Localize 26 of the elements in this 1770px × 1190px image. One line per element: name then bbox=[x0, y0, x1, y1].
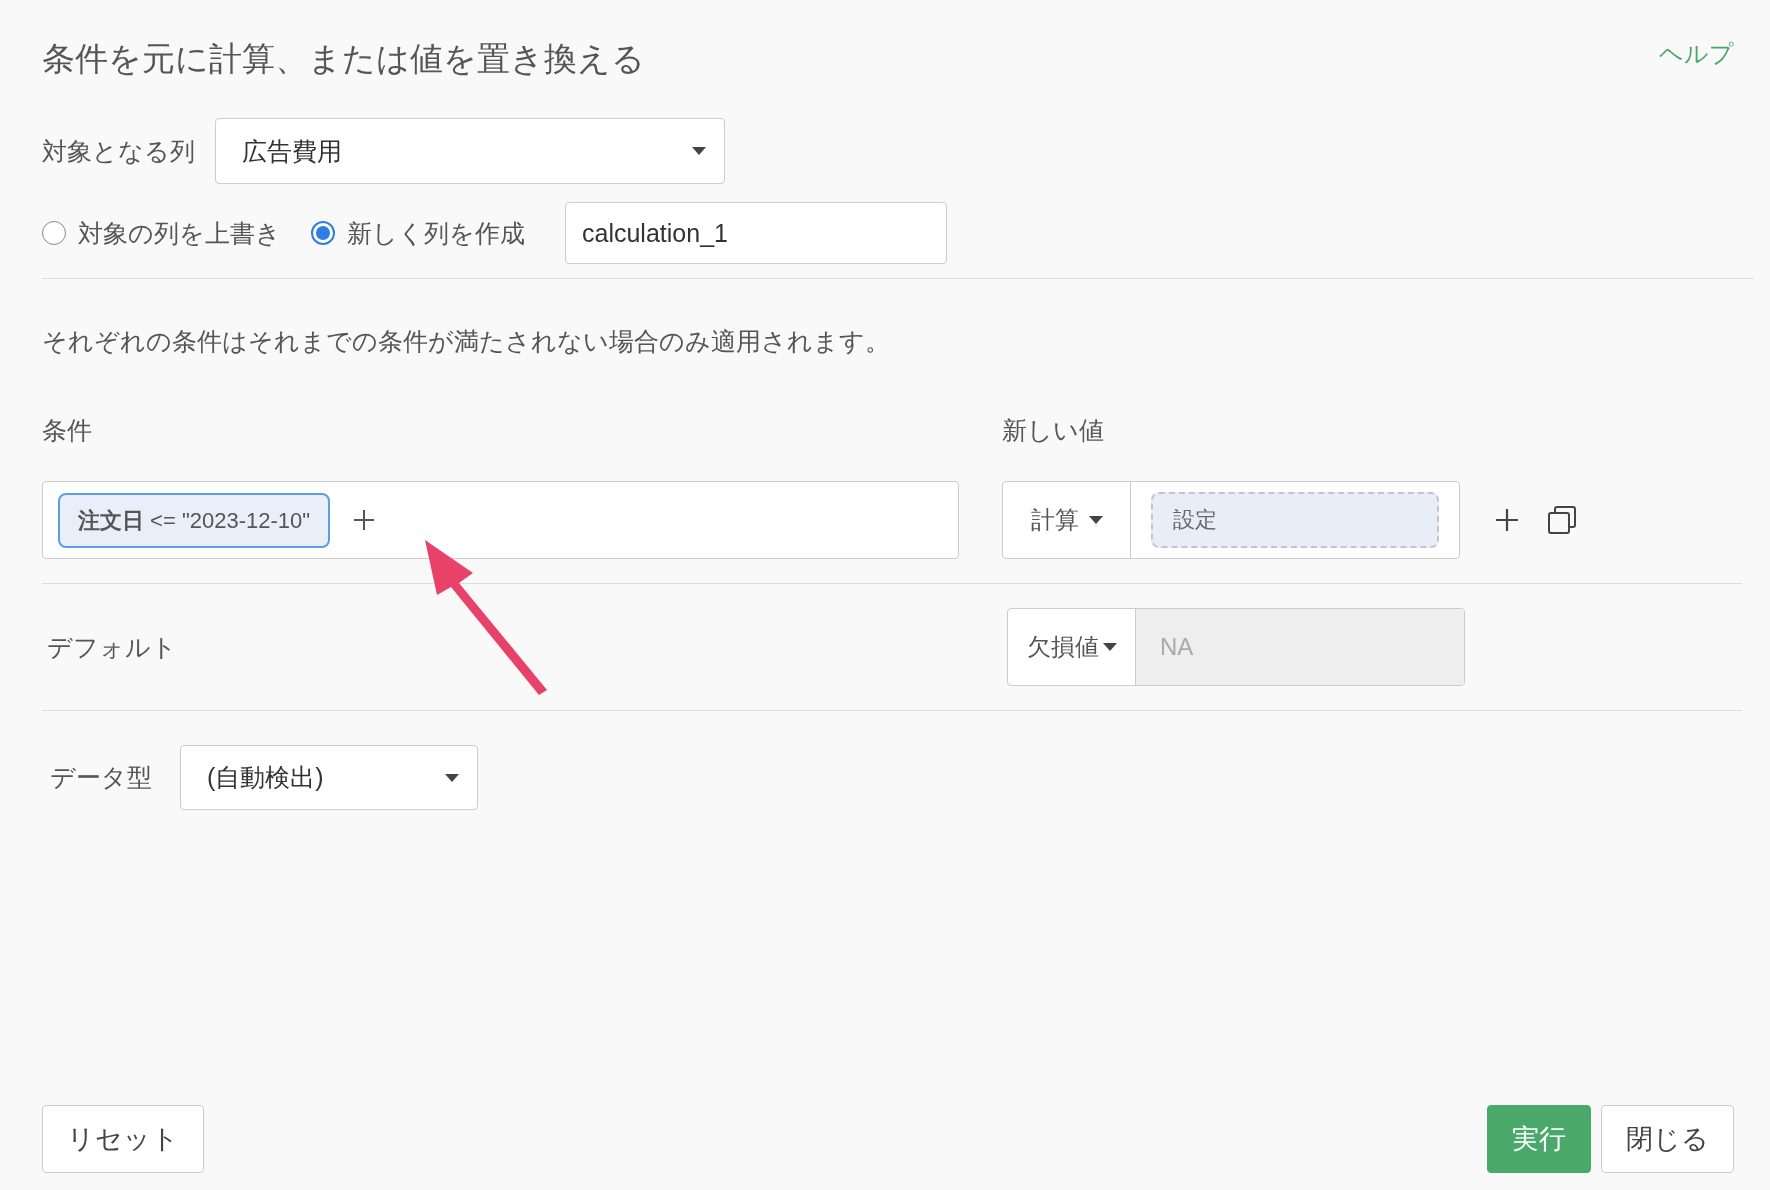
caret-icon bbox=[692, 147, 706, 155]
radio-button[interactable] bbox=[42, 221, 66, 245]
set-value-field[interactable]: 設定 bbox=[1151, 492, 1439, 548]
condition-chip[interactable]: 注文日 <= "2023-12-10" bbox=[58, 492, 331, 548]
dialog-button[interactable]: リセット bbox=[42, 1105, 204, 1173]
column-header: 新しい値 bbox=[1002, 415, 1104, 446]
radio-label[interactable]: 対象の列を上書き bbox=[78, 216, 281, 250]
description-text: それぞれの条件はそれまでの条件が満たされない場合のみ適用されます。 bbox=[42, 326, 891, 357]
field-label: データ型 bbox=[50, 762, 152, 793]
value-type-dropdown[interactable]: 計算 bbox=[1003, 482, 1131, 558]
dialog-button[interactable]: 閉じる bbox=[1601, 1105, 1734, 1173]
plus-icon[interactable] bbox=[1496, 509, 1518, 531]
condition-field[interactable]: 注文日 <= "2023-12-10" bbox=[42, 481, 959, 559]
copy-icon[interactable] bbox=[1548, 506, 1576, 534]
dropdown[interactable]: (自動検出) bbox=[180, 745, 478, 810]
caret-icon bbox=[445, 773, 459, 782]
radio-label[interactable]: 新しく列を作成 bbox=[347, 216, 525, 250]
plus-icon[interactable] bbox=[354, 510, 375, 530]
radio-button[interactable] bbox=[311, 221, 335, 245]
column-header: 条件 bbox=[42, 415, 93, 446]
dropdown[interactable]: 広告費用 bbox=[215, 118, 725, 184]
dialog-title: 条件を元に計算、または値を置き換える bbox=[42, 38, 645, 79]
default-label: デフォルト bbox=[46, 631, 178, 663]
caret-icon bbox=[1088, 516, 1103, 524]
field-label: 対象となる列 bbox=[42, 135, 195, 167]
column-name-field[interactable]: calculation_1 bbox=[565, 202, 947, 264]
